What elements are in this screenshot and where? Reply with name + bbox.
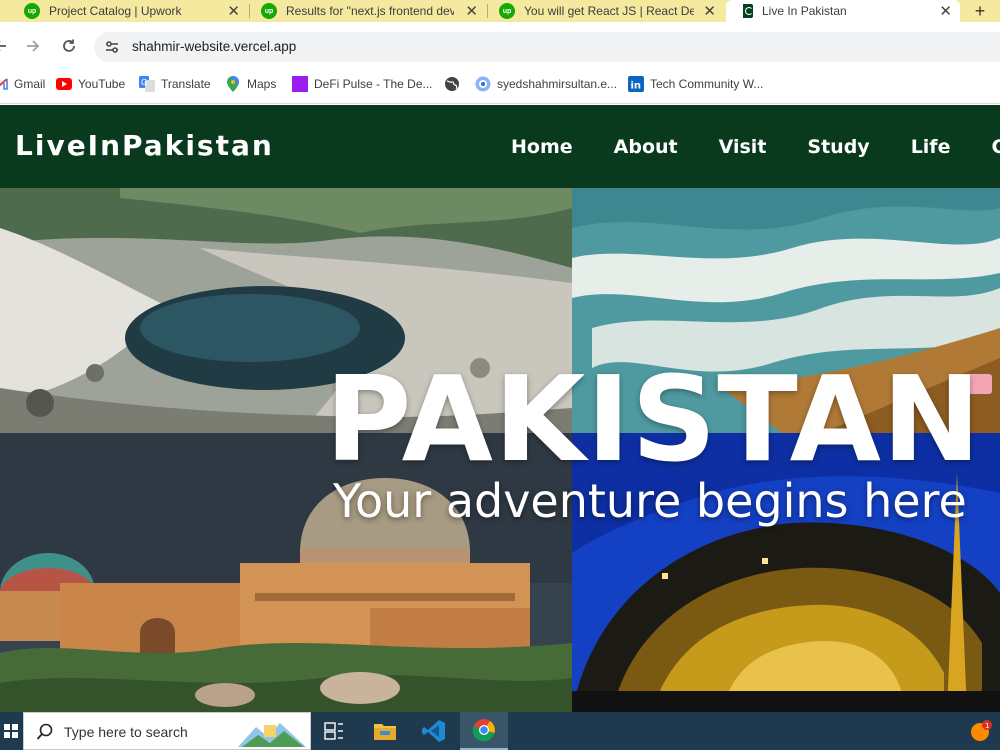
- bookmark-maps[interactable]: Maps: [225, 75, 276, 93]
- browser-content-edge: [0, 98, 1000, 104]
- maps-icon: [225, 76, 241, 92]
- profile-site-icon: [475, 76, 491, 92]
- browser-toolbar: shahmir-website.vercel.app: [0, 22, 1000, 70]
- forward-button[interactable]: [21, 34, 45, 58]
- tab-title: Project Catalog | Upwork: [49, 4, 182, 18]
- upwork-icon: up: [261, 3, 277, 19]
- bookmark-label: DeFi Pulse - The De...: [314, 77, 433, 91]
- nav-about[interactable]: About: [614, 136, 678, 158]
- bookmark-youtube[interactable]: YouTube: [56, 75, 125, 93]
- tab-react-gig[interactable]: up You will get React JS | React Dev ✕: [488, 0, 724, 22]
- bookmark-label: Gmail: [14, 77, 46, 91]
- linkedin-icon: in: [628, 76, 644, 92]
- notification-count: 1: [985, 722, 989, 730]
- main-nav: Home About Visit Study Life Con: [511, 105, 1000, 188]
- youtube-icon: [56, 76, 72, 92]
- nav-study[interactable]: Study: [807, 136, 869, 158]
- tab-search-results[interactable]: up Results for "next.js frontend dev ✕: [250, 0, 486, 22]
- start-button[interactable]: [0, 712, 22, 750]
- globe-icon: [444, 76, 460, 92]
- site-logo[interactable]: LiveInPakistan: [15, 129, 274, 162]
- close-tab-icon[interactable]: ✕: [939, 0, 952, 22]
- search-placeholder: Type here to search: [64, 724, 188, 740]
- nav-visit[interactable]: Visit: [719, 136, 767, 158]
- taskbar-search-box[interactable]: Type here to search: [23, 712, 311, 750]
- vscode-button[interactable]: [410, 712, 458, 750]
- site-header: LiveInPakistan Home About Visit Study Li…: [0, 105, 1000, 188]
- address-bar[interactable]: shahmir-website.vercel.app: [94, 32, 1000, 62]
- nav-contact[interactable]: Con: [991, 136, 1000, 158]
- back-button[interactable]: [0, 34, 12, 58]
- close-tab-icon[interactable]: ✕: [703, 0, 716, 22]
- vscode-icon: [422, 720, 445, 742]
- upwork-icon: up: [499, 3, 515, 19]
- tab-project-catalog[interactable]: up Project Catalog | Upwork ✕: [0, 0, 248, 22]
- svg-text:G: G: [141, 78, 147, 87]
- browser-tab-strip: up Project Catalog | Upwork ✕ up Results…: [0, 0, 1000, 22]
- bookmark-translate[interactable]: G Translate: [139, 75, 211, 93]
- forward-arrow-icon: [27, 40, 40, 52]
- nav-home[interactable]: Home: [511, 136, 573, 158]
- new-tab-button[interactable]: +: [964, 0, 996, 22]
- chrome-button[interactable]: [460, 712, 508, 750]
- bookmark-label: syedshahmirsultan.e...: [497, 77, 618, 91]
- windows-logo-icon: [4, 724, 18, 738]
- bookmark-gmail[interactable]: Gmail: [0, 75, 45, 93]
- site-settings-icon[interactable]: [104, 39, 120, 55]
- hero-subtitle: Your adventure begins here: [333, 474, 967, 528]
- nav-life[interactable]: Life: [911, 136, 951, 158]
- hero-title: PAKISTAN: [325, 350, 982, 488]
- bookmark-defi-pulse[interactable]: DeFi Pulse - The De...: [292, 75, 433, 93]
- pakistan-flag-icon: [739, 4, 753, 18]
- bookmark-label: YouTube: [78, 77, 126, 91]
- back-arrow-icon: [0, 41, 6, 51]
- notification-badge-icon[interactable]: 1: [970, 720, 992, 742]
- bookmark-tech-community[interactable]: in Tech Community W...: [628, 75, 763, 93]
- defi-pulse-icon: [292, 76, 308, 92]
- upwork-icon: up: [24, 3, 40, 19]
- file-explorer-button[interactable]: [361, 712, 409, 750]
- gmail-icon: [0, 76, 8, 92]
- bookmark-label: Translate: [161, 77, 211, 91]
- tab-live-in-pakistan[interactable]: Live In Pakistan ✕: [726, 0, 960, 22]
- search-icon: [36, 723, 53, 740]
- chrome-icon: [472, 719, 495, 742]
- task-view-icon: [324, 722, 343, 740]
- address-url[interactable]: shahmir-website.vercel.app: [132, 39, 296, 54]
- bookmark-profile-site[interactable]: syedshahmirsultan.e...: [475, 75, 617, 93]
- translate-icon: G: [139, 76, 155, 92]
- reload-button[interactable]: [57, 34, 81, 58]
- hero-section: PAKISTAN Your adventure begins here: [0, 188, 1000, 712]
- svg-text:in: in: [631, 81, 642, 92]
- tab-title: You will get React JS | React Dev: [524, 4, 694, 18]
- bookmark-label: Maps: [247, 77, 277, 91]
- close-tab-icon[interactable]: ✕: [465, 0, 478, 22]
- bookmark-globe[interactable]: [444, 75, 466, 93]
- search-highlight-illustration: [238, 723, 306, 747]
- file-explorer-icon: [374, 724, 396, 740]
- windows-taskbar: Type here to search 1: [0, 712, 1000, 750]
- bookmark-label: Tech Community W...: [650, 77, 764, 91]
- reload-icon: [63, 39, 75, 52]
- close-tab-icon[interactable]: ✕: [227, 0, 240, 22]
- bookmarks-bar: Gmail YouTube G Translate Maps DeFi Puls…: [0, 70, 1000, 98]
- tab-title: Live In Pakistan: [762, 4, 847, 18]
- task-view-button[interactable]: [310, 712, 358, 750]
- tab-title: Results for "next.js frontend dev: [286, 4, 454, 18]
